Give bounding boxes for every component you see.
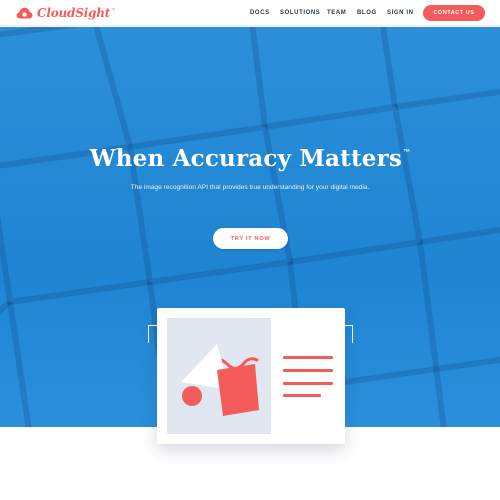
hero-title-trademark: ™ <box>403 149 411 156</box>
illustration-card <box>157 308 345 444</box>
text-lines-icon <box>283 382 333 385</box>
text-lines-icon <box>283 369 333 372</box>
nav-team[interactable]: TEAM <box>327 10 346 16</box>
hero-title: When Accuracy Matters™ <box>0 145 500 172</box>
logo[interactable]: CloudSight ™ <box>16 5 115 21</box>
nav-blog[interactable]: BLOG <box>357 10 377 16</box>
cloud-icon <box>16 6 33 20</box>
nav-docs[interactable]: DOCS <box>250 10 270 16</box>
brand-trademark: ™ <box>111 7 116 12</box>
hero-title-text: When Accuracy Matters <box>89 145 403 172</box>
text-lines-icon <box>283 394 321 397</box>
image-placeholder-icon <box>167 318 271 434</box>
text-lines-icon <box>283 356 333 359</box>
brand-name: CloudSight <box>37 6 111 20</box>
site-header: CloudSight ™ DOCS SOLUTIONS TEAM BLOG SI… <box>0 0 500 26</box>
try-it-now-button[interactable]: TRY IT NOW <box>213 228 288 249</box>
nav-sign-in[interactable]: SIGN IN <box>387 10 414 16</box>
hero-subtitle: The image recognition API that provides … <box>130 184 370 191</box>
contact-us-button[interactable]: CONTACT US <box>423 5 485 21</box>
nav-solutions[interactable]: SOLUTIONS <box>280 10 320 16</box>
